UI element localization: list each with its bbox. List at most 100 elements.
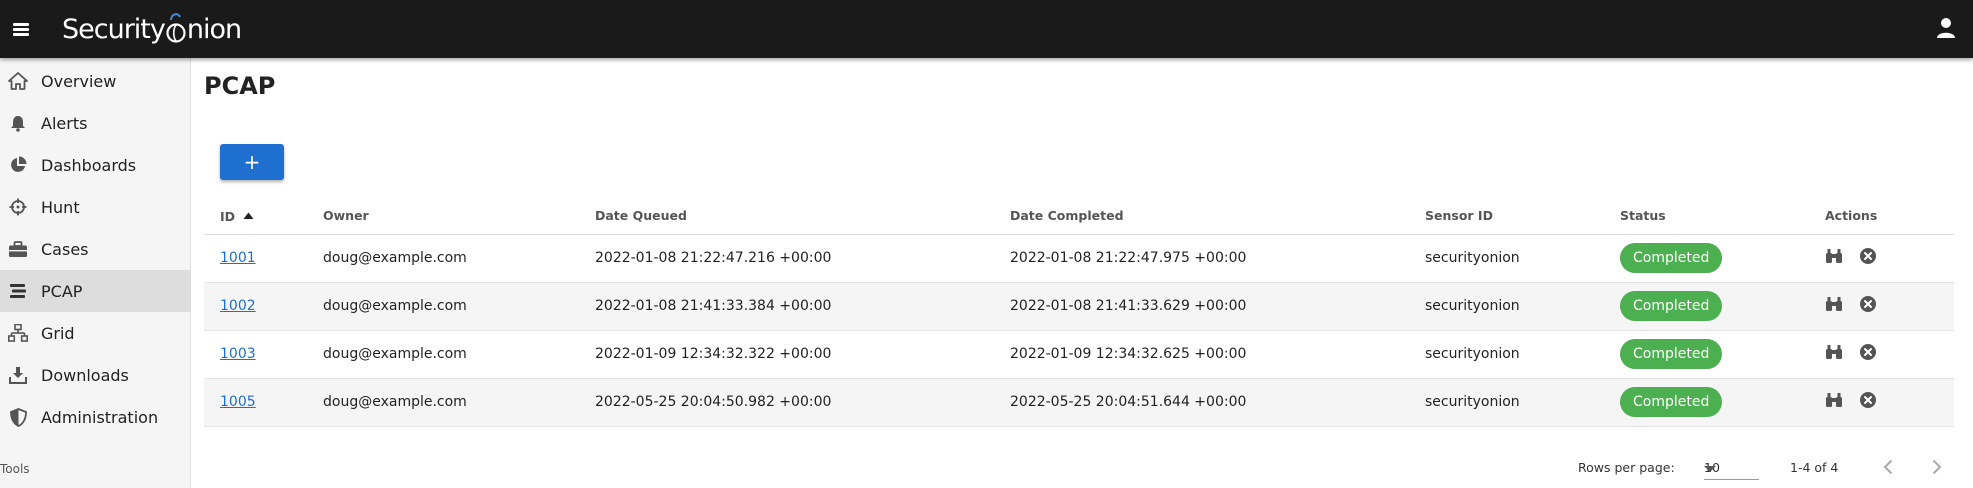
chevron-left-icon: [1883, 459, 1893, 478]
sidebar-item-label: PCAP: [41, 281, 83, 301]
sidebar-item-label: Grid: [41, 323, 75, 343]
tools-section-label: Tools: [0, 462, 30, 476]
chevron-down-icon: [1704, 466, 1716, 472]
cell-status: Completed: [1604, 234, 1809, 283]
cell-sensor-id: securityonion: [1409, 282, 1604, 331]
table-row: 1002 doug@example.com 2022-01-08 21:41:3…: [204, 282, 1954, 331]
sidebar-item-dashboards[interactable]: Dashboards: [0, 144, 191, 186]
menu-icon[interactable]: [10, 16, 38, 42]
bell-icon: [7, 112, 29, 134]
column-header-status[interactable]: Status: [1604, 198, 1809, 235]
home-icon: [7, 70, 29, 92]
column-header-sensor-id[interactable]: Sensor ID: [1409, 198, 1604, 235]
cell-date-completed: 2022-01-08 21:41:33.629 +00:00: [994, 282, 1409, 331]
chevron-right-icon: [1932, 459, 1942, 478]
download-icon: [7, 364, 29, 386]
job-id-link[interactable]: 1005: [220, 394, 256, 410]
cell-date-completed: 2022-01-09 12:34:32.625 +00:00: [994, 330, 1409, 379]
cell-date-completed: 2022-01-08 21:22:47.975 +00:00: [994, 234, 1409, 283]
cell-actions: [1809, 330, 1954, 379]
cell-id: 1005: [204, 378, 307, 427]
cell-actions: [1809, 234, 1954, 283]
next-page-button[interactable]: [1923, 454, 1951, 482]
rows-per-page-select[interactable]: 10: [1704, 456, 1759, 480]
job-id-link[interactable]: 1002: [220, 298, 256, 314]
onion-logo-icon: [166, 11, 186, 47]
cell-date-queued: 2022-01-08 21:22:47.216 +00:00: [579, 234, 994, 283]
job-id-link[interactable]: 1001: [220, 250, 256, 266]
binoculars-icon[interactable]: [1825, 296, 1843, 316]
sidebar-item-pcap[interactable]: PCAP: [0, 270, 191, 312]
table-row: 1005 doug@example.com 2022-05-25 20:04:5…: [204, 378, 1954, 427]
column-header-date-completed[interactable]: Date Completed: [994, 198, 1409, 235]
binoculars-icon[interactable]: [1825, 344, 1843, 364]
delete-circle-icon[interactable]: [1859, 295, 1877, 317]
cell-id: 1002: [204, 282, 307, 331]
sidebar-item-label: Hunt: [41, 197, 80, 217]
cell-date-queued: 2022-01-09 12:34:32.322 +00:00: [579, 330, 994, 379]
sidebar-item-hunt[interactable]: Hunt: [0, 186, 191, 228]
cell-id: 1003: [204, 330, 307, 379]
cell-id: 1001: [204, 234, 307, 283]
sidebar-item-label: Administration: [41, 407, 159, 427]
sort-ascending-icon: [243, 208, 254, 223]
sidebar-item-alerts[interactable]: Alerts: [0, 102, 191, 144]
cell-date-completed: 2022-05-25 20:04:51.644 +00:00: [994, 378, 1409, 427]
cell-owner: doug@example.com: [307, 330, 579, 379]
delete-circle-icon[interactable]: [1859, 247, 1877, 269]
cell-actions: [1809, 378, 1954, 427]
previous-page-button[interactable]: [1874, 454, 1902, 482]
security-onion-logo[interactable]: Security nion: [62, 11, 242, 47]
rows-per-page-label: Rows per page:: [1578, 460, 1675, 475]
main-content: PCAP + ID Owner Date Queued Date Complet…: [192, 58, 1973, 488]
cell-date-queued: 2022-01-08 21:41:33.384 +00:00: [579, 282, 994, 331]
cell-date-queued: 2022-05-25 20:04:50.982 +00:00: [579, 378, 994, 427]
pcap-jobs-table: ID Owner Date Queued Date Completed Sens…: [204, 198, 1954, 427]
cell-owner: doug@example.com: [307, 234, 579, 283]
column-header-owner[interactable]: Owner: [307, 198, 579, 235]
network-icon: [7, 322, 29, 344]
user-account-icon[interactable]: [1935, 17, 1957, 39]
job-id-link[interactable]: 1003: [220, 346, 256, 362]
status-badge: Completed: [1620, 291, 1723, 321]
crosshairs-icon: [7, 196, 29, 218]
cell-status: Completed: [1604, 282, 1809, 331]
cell-status: Completed: [1604, 378, 1809, 427]
table-header-row: ID Owner Date Queued Date Completed Sens…: [204, 198, 1954, 235]
sidebar-item-label: Dashboards: [41, 155, 137, 175]
briefcase-icon: [7, 238, 29, 260]
brand-text-security: Security: [62, 13, 166, 45]
cell-sensor-id: securityonion: [1409, 330, 1604, 379]
column-header-date-queued[interactable]: Date Queued: [579, 198, 994, 235]
delete-circle-icon[interactable]: [1859, 343, 1877, 365]
status-badge: Completed: [1620, 243, 1723, 273]
shield-icon: [7, 406, 29, 428]
sidebar-item-grid[interactable]: Grid: [0, 312, 191, 354]
table-footer: Rows per page: 10 1-4 of 4: [192, 448, 1973, 488]
cell-owner: doug@example.com: [307, 282, 579, 331]
cell-actions: [1809, 282, 1954, 331]
sidebar-item-overview[interactable]: Overview: [0, 60, 191, 102]
cell-status: Completed: [1604, 330, 1809, 379]
table-row: 1001 doug@example.com 2022-01-08 21:22:4…: [204, 234, 1954, 283]
stream-icon: [7, 280, 29, 302]
sidebar-item-downloads[interactable]: Downloads: [0, 354, 191, 396]
sidebar-item-label: Alerts: [41, 113, 88, 133]
binoculars-icon[interactable]: [1825, 248, 1843, 268]
sidebar-item-label: Cases: [41, 239, 89, 259]
delete-circle-icon[interactable]: [1859, 391, 1877, 413]
sidebar-nav: Overview Alerts Dashboards Hunt Cases PC…: [0, 58, 191, 488]
sidebar-item-label: Overview: [41, 71, 117, 91]
sidebar-item-cases[interactable]: Cases: [0, 228, 191, 270]
sidebar-item-label: Downloads: [41, 365, 129, 385]
cell-sensor-id: securityonion: [1409, 378, 1604, 427]
status-badge: Completed: [1620, 339, 1723, 369]
page-title: PCAP: [204, 72, 276, 100]
column-header-id[interactable]: ID: [204, 198, 307, 235]
brand-text-nion: nion: [186, 13, 242, 45]
column-header-actions: Actions: [1809, 198, 1954, 235]
status-badge: Completed: [1620, 387, 1723, 417]
sidebar-item-administration[interactable]: Administration: [0, 396, 191, 438]
binoculars-icon[interactable]: [1825, 392, 1843, 412]
add-pcap-button[interactable]: +: [220, 144, 284, 180]
